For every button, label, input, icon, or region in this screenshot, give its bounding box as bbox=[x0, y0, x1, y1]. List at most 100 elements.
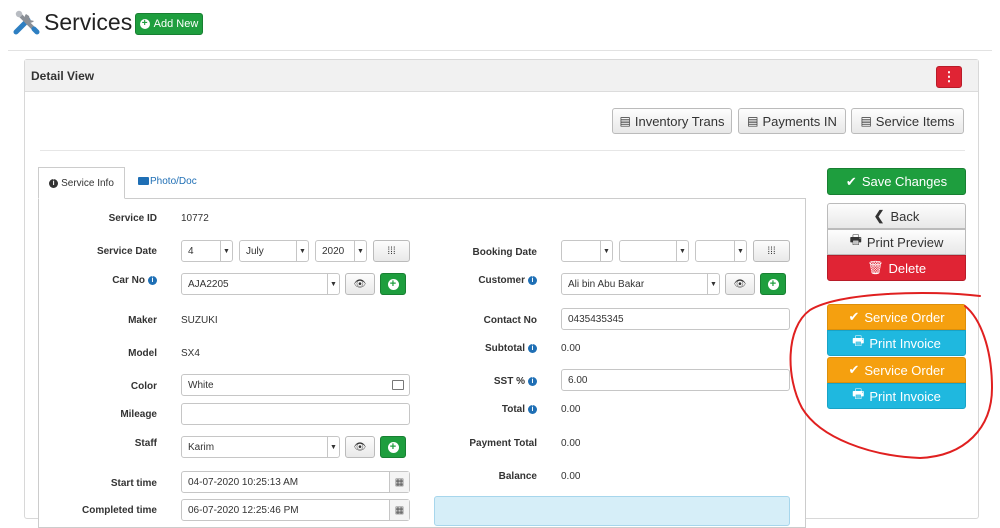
car-no-label: Car No i bbox=[57, 275, 157, 286]
payments-in-label: Payments IN bbox=[762, 113, 837, 129]
start-time-value: 04-07-2020 10:25:13 AM bbox=[188, 476, 299, 488]
payment-total-label: Payment Total bbox=[469, 438, 537, 449]
service-date-picker-button[interactable]: ⁞⁞⁞ bbox=[373, 240, 410, 262]
chevron-down-icon: ▼ bbox=[600, 241, 612, 261]
delete-button[interactable]: 🗑 Delete bbox=[827, 255, 966, 281]
print-preview-button[interactable]: 🖶 Print Preview bbox=[827, 229, 966, 255]
calendar-icon[interactable]: ▦ bbox=[389, 472, 409, 492]
booking-date-day-select[interactable]: ▼ bbox=[561, 240, 613, 262]
balance-label: Balance bbox=[498, 471, 537, 482]
car-add-button[interactable]: + bbox=[380, 273, 406, 295]
payment-total-value: 0.00 bbox=[561, 438, 581, 449]
customer-value: Ali bin Abu Bakar bbox=[568, 278, 645, 290]
customer-label-text: Customer bbox=[478, 275, 525, 286]
folder-icon bbox=[138, 177, 149, 186]
panel-menu-button[interactable]: ⋮ bbox=[936, 66, 962, 88]
staff-value: Karim bbox=[188, 441, 215, 453]
eye-icon: 👁 bbox=[353, 441, 367, 453]
chevron-left-icon: ❮ bbox=[873, 208, 885, 223]
add-new-button[interactable]: + Add New bbox=[135, 13, 203, 35]
print-icon: 🖶 bbox=[849, 232, 862, 247]
plus-circle-icon: + bbox=[387, 441, 399, 453]
info-icon: i bbox=[528, 376, 537, 386]
car-no-label-text: Car No bbox=[112, 275, 145, 286]
chevron-down-icon: ▼ bbox=[734, 241, 746, 261]
total-label-text: Total bbox=[501, 404, 525, 415]
model-value: SX4 bbox=[181, 348, 200, 359]
sst-label-text: SST % bbox=[493, 376, 525, 387]
car-view-button[interactable]: 👁 bbox=[345, 273, 375, 295]
save-changes-button[interactable]: ✔ Save Changes bbox=[827, 168, 966, 195]
color-label: Color bbox=[130, 381, 157, 392]
inventory-trans-button[interactable]: ▤ Inventory Trans bbox=[612, 108, 732, 134]
service-date-day-select[interactable]: 4 ▼ bbox=[181, 240, 233, 262]
staff-select[interactable]: Karim ▼ bbox=[181, 436, 340, 458]
check-icon: ✔ bbox=[845, 173, 857, 189]
staff-view-button[interactable]: 👁 bbox=[345, 436, 375, 458]
subtotal-label: Subtotal i bbox=[437, 343, 537, 354]
chevron-down-icon: ▼ bbox=[220, 241, 232, 261]
completed-time-value: 06-07-2020 12:25:46 PM bbox=[188, 504, 299, 516]
service-date-label: Service Date bbox=[96, 246, 157, 257]
chevron-down-icon: ▼ bbox=[676, 241, 688, 261]
payments-in-button[interactable]: ▤ Payments IN bbox=[738, 108, 846, 134]
subtotal-value: 0.00 bbox=[561, 343, 581, 354]
start-time-input[interactable]: 04-07-2020 10:25:13 AM ▦ bbox=[181, 471, 410, 493]
calendar-grid-icon: ⁞⁞⁞ bbox=[767, 245, 776, 257]
mileage-input[interactable] bbox=[181, 403, 410, 425]
chevron-down-icon: ▼ bbox=[327, 437, 339, 457]
service-items-button[interactable]: ▤ Service Items bbox=[851, 108, 964, 134]
back-button[interactable]: ❮ Back bbox=[827, 203, 966, 229]
tab-service-info[interactable]: i Service Info bbox=[38, 167, 125, 199]
service-date-year-select[interactable]: 2020 ▼ bbox=[315, 240, 367, 262]
booking-date-label: Booking Date bbox=[472, 247, 537, 258]
customer-select[interactable]: Ali bin Abu Bakar ▼ bbox=[561, 273, 720, 295]
calendar-grid-icon: ⁞⁞⁞ bbox=[387, 245, 396, 257]
calendar-icon[interactable]: ▦ bbox=[389, 500, 409, 520]
list-icon: ▤ bbox=[747, 114, 759, 128]
car-no-select[interactable]: AJA2205 ▼ bbox=[181, 273, 340, 295]
customer-label: Customer i bbox=[437, 275, 537, 286]
maker-value: SUZUKI bbox=[181, 315, 218, 326]
header-divider bbox=[8, 50, 992, 51]
booking-date-month-select[interactable]: ▼ bbox=[619, 240, 689, 262]
contact-no-input[interactable]: 0435435345 bbox=[561, 308, 790, 330]
staff-add-button[interactable]: + bbox=[380, 436, 406, 458]
info-icon: i bbox=[49, 178, 59, 188]
info-alert-box bbox=[434, 496, 790, 526]
eye-icon: 👁 bbox=[353, 278, 367, 290]
list-icon: ▤ bbox=[619, 114, 631, 128]
subtotal-label-text: Subtotal bbox=[485, 343, 525, 354]
chevron-down-icon: ▼ bbox=[327, 274, 339, 294]
address-card-icon bbox=[392, 380, 404, 390]
color-input[interactable]: White bbox=[181, 374, 410, 396]
total-value: 0.00 bbox=[561, 404, 581, 415]
chevron-down-icon: ▼ bbox=[707, 274, 719, 294]
contact-no-label: Contact No bbox=[483, 315, 537, 326]
booking-date-year-select[interactable]: ▼ bbox=[695, 240, 747, 262]
print-preview-label: Print Preview bbox=[866, 234, 944, 250]
save-changes-label: Save Changes bbox=[861, 174, 948, 189]
total-label: Total i bbox=[437, 404, 537, 415]
chevron-down-icon: ▼ bbox=[354, 241, 366, 261]
balance-value: 0.00 bbox=[561, 471, 581, 482]
service-date-month-select[interactable]: July ▼ bbox=[239, 240, 309, 262]
info-icon: i bbox=[148, 275, 157, 285]
info-icon: i bbox=[528, 404, 537, 414]
customer-view-button[interactable]: 👁 bbox=[725, 273, 755, 295]
back-label: Back bbox=[890, 208, 920, 224]
staff-label: Staff bbox=[134, 438, 157, 449]
start-time-label: Start time bbox=[110, 478, 157, 489]
trash-icon: 🗑 bbox=[866, 260, 884, 275]
list-icon: ▤ bbox=[860, 114, 872, 128]
tab-photo-doc[interactable]: Photo/Doc bbox=[138, 176, 197, 187]
page-title: Services bbox=[44, 9, 133, 35]
tab-photo-doc-label: Photo/Doc bbox=[150, 176, 197, 187]
model-label: Model bbox=[128, 348, 157, 359]
delete-label: Delete bbox=[888, 260, 927, 276]
booking-date-picker-button[interactable]: ⁞⁞⁞ bbox=[753, 240, 790, 262]
completed-time-label: Completed time bbox=[81, 505, 157, 516]
sst-input[interactable]: 6.00 bbox=[561, 369, 790, 391]
tools-icon bbox=[12, 8, 40, 36]
completed-time-input[interactable]: 06-07-2020 12:25:46 PM ▦ bbox=[181, 499, 410, 521]
